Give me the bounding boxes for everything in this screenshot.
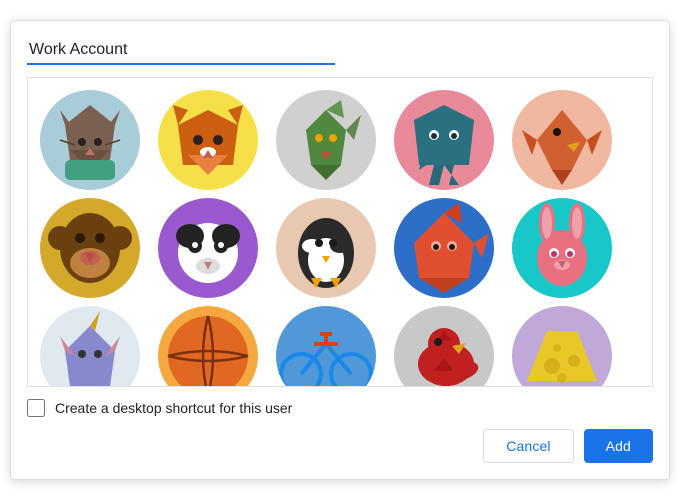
desktop-shortcut-checkbox[interactable] xyxy=(27,399,45,417)
avatar-grid xyxy=(28,78,652,386)
avatar-monkey[interactable] xyxy=(40,198,140,298)
avatar-rabbit[interactable] xyxy=(512,198,612,298)
desktop-shortcut-label: Create a desktop shortcut for this user xyxy=(55,400,292,416)
avatar-fox[interactable] xyxy=(158,90,258,190)
username-input[interactable] xyxy=(27,37,335,65)
avatar-shark[interactable] xyxy=(394,198,494,298)
avatar-cat[interactable] xyxy=(40,90,140,190)
avatar-bird-orange[interactable] xyxy=(512,90,612,190)
desktop-shortcut-row: Create a desktop shortcut for this user xyxy=(27,399,653,417)
avatar-panda[interactable] xyxy=(158,198,258,298)
avatar-basketball[interactable] xyxy=(158,306,258,386)
avatar-penguin[interactable] xyxy=(276,198,376,298)
avatar-dragon[interactable] xyxy=(276,90,376,190)
add-user-dialog: Create a desktop shortcut for this user … xyxy=(10,20,670,480)
dialog-buttons: Cancel Add xyxy=(27,429,653,463)
avatar-cheese[interactable] xyxy=(512,306,612,386)
add-button[interactable]: Add xyxy=(584,429,653,463)
avatar-scroll-area xyxy=(27,77,653,387)
avatar-cardinal[interactable] xyxy=(394,306,494,386)
cancel-button[interactable]: Cancel xyxy=(483,429,573,463)
avatar-elephant[interactable] xyxy=(394,90,494,190)
avatar-bike[interactable] xyxy=(276,306,376,386)
avatar-unicorn[interactable] xyxy=(40,306,140,386)
